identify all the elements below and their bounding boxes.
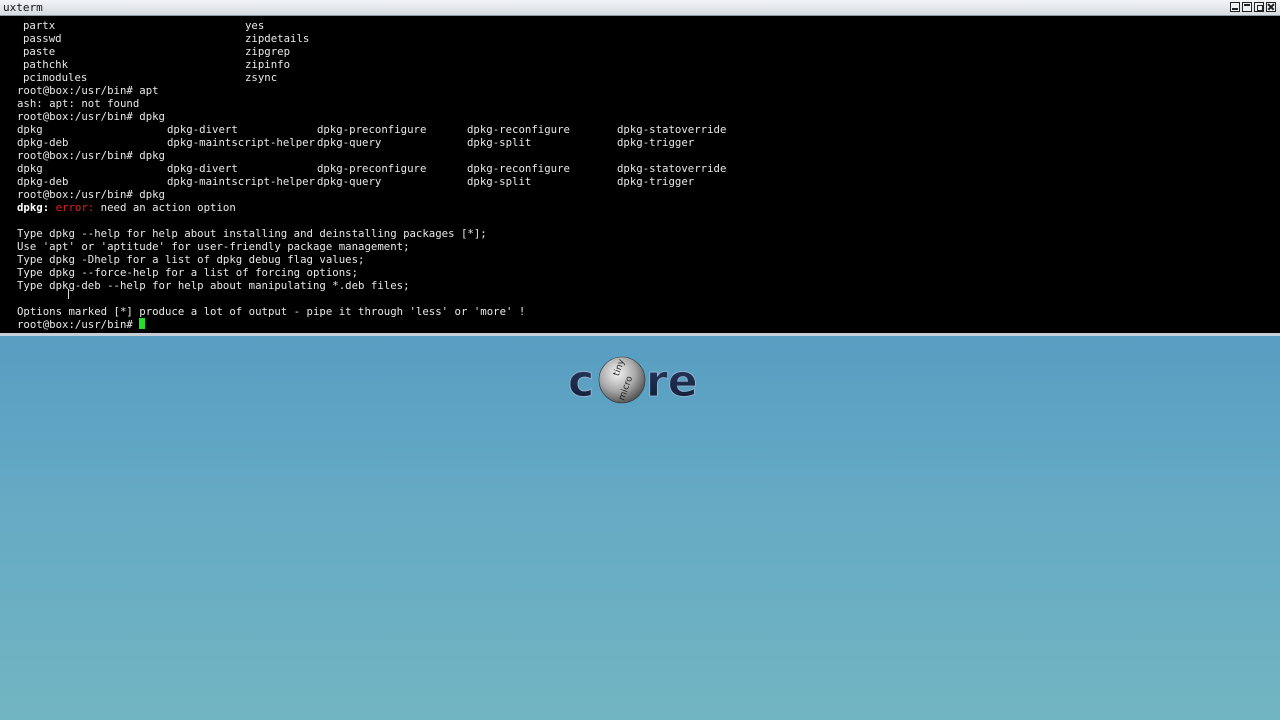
list-item: zsync xyxy=(245,71,278,84)
error-message: need an action option xyxy=(94,201,236,214)
terminal-output[interactable]: partx yes passwd zipdetails paste zipgre… xyxy=(0,17,1280,333)
list-item: zipdetails xyxy=(245,32,310,45)
error-prefix: dpkg: xyxy=(17,201,50,214)
terminal-line: partx yes xyxy=(17,19,264,32)
list-item: dpkg-deb xyxy=(17,136,69,149)
terminal-line: pcimodules zsync xyxy=(17,71,277,84)
list-item: partx xyxy=(23,19,56,32)
list-item: dpkg-trigger xyxy=(617,136,695,149)
list-item: dpkg-divert xyxy=(167,123,238,136)
list-item: dpkg-query xyxy=(317,136,382,149)
terminal-line: dpkg-deb dpkg-maintscript-helper dpkg-qu… xyxy=(17,175,694,188)
list-item: dpkg-statoverride xyxy=(617,123,727,136)
list-item: dpkg-preconfigure xyxy=(317,123,427,136)
prompt: root@box:/usr/bin# xyxy=(17,318,140,331)
list-item: dpkg-maintscript-helper xyxy=(167,136,315,149)
minimize-button[interactable] xyxy=(1230,2,1240,12)
svg-text:c: c xyxy=(568,356,594,407)
terminal-line: Use 'apt' or 'aptitude' for user-friendl… xyxy=(17,240,410,253)
terminal-line: dpkg-deb dpkg-maintscript-helper dpkg-qu… xyxy=(17,136,694,149)
list-item: passwd xyxy=(23,32,62,45)
terminal-line: pathchk zipinfo xyxy=(17,58,290,71)
restore-button[interactable] xyxy=(1254,2,1264,12)
terminal-line: root@box:/usr/bin# apt xyxy=(17,84,159,97)
list-item: dpkg xyxy=(17,162,43,175)
terminal-line: root@box:/usr/bin# dpkg xyxy=(17,110,165,123)
tiny-core-logo: c re tiny micro xyxy=(568,356,698,408)
terminal-line: root@box:/usr/bin# dpkg xyxy=(17,188,165,201)
mouse-ibeam-icon xyxy=(68,289,72,299)
terminal-line: Type dpkg --help for help about installi… xyxy=(17,227,487,240)
terminal-line: Options marked [*] produce a lot of outp… xyxy=(17,305,526,318)
list-item: yes xyxy=(245,19,265,32)
terminal-line: Type dpkg-deb --help for help about mani… xyxy=(17,279,410,292)
list-item: dpkg-maintscript-helper xyxy=(167,175,315,188)
terminal-line: Type dpkg -Dhelp for a list of dpkg debu… xyxy=(17,253,365,266)
terminal-line: dpkg dpkg-divert dpkg-preconfigure dpkg-… xyxy=(17,162,726,175)
window-titlebar[interactable]: uxterm xyxy=(0,0,1280,16)
desktop-background: c re tiny micro uxterm partx yes passwd … xyxy=(0,0,1280,720)
list-item: pathchk xyxy=(23,58,69,71)
text-cursor xyxy=(139,318,146,329)
xterm-window[interactable]: uxterm partx yes passwd zipdetails paste… xyxy=(0,0,1280,336)
list-item: dpkg-preconfigure xyxy=(317,162,427,175)
maximize-button[interactable] xyxy=(1242,2,1252,12)
terminal-error-line: dpkg: error: need an action option xyxy=(17,201,236,214)
terminal-prompt-line[interactable]: root@box:/usr/bin# xyxy=(17,318,146,331)
terminal-line: dpkg dpkg-divert dpkg-preconfigure dpkg-… xyxy=(17,123,726,136)
terminal-line: ash: apt: not found xyxy=(17,97,140,110)
list-item: zipgrep xyxy=(245,45,291,58)
svg-text:re: re xyxy=(646,356,698,407)
list-item: dpkg-reconfigure xyxy=(467,123,570,136)
list-item: dpkg xyxy=(17,123,43,136)
terminal-line: paste zipgrep xyxy=(17,45,290,58)
list-item: zipinfo xyxy=(245,58,291,71)
close-button[interactable] xyxy=(1266,2,1276,12)
list-item: dpkg-statoverride xyxy=(617,162,727,175)
list-item: dpkg-deb xyxy=(17,175,69,188)
list-item: dpkg-reconfigure xyxy=(467,162,570,175)
window-title: uxterm xyxy=(3,1,43,14)
list-item: dpkg-split xyxy=(467,175,532,188)
list-item: dpkg-split xyxy=(467,136,532,149)
list-item: dpkg-trigger xyxy=(617,175,695,188)
terminal-line: Type dpkg --force-help for a list of for… xyxy=(17,266,359,279)
list-item: paste xyxy=(23,45,56,58)
list-item: dpkg-divert xyxy=(167,162,238,175)
error-word: error: xyxy=(55,201,95,214)
terminal-line: passwd zipdetails xyxy=(17,32,309,45)
terminal-line: root@box:/usr/bin# dpkg xyxy=(17,149,165,162)
list-item: pcimodules xyxy=(23,71,88,84)
list-item: dpkg-query xyxy=(317,175,382,188)
